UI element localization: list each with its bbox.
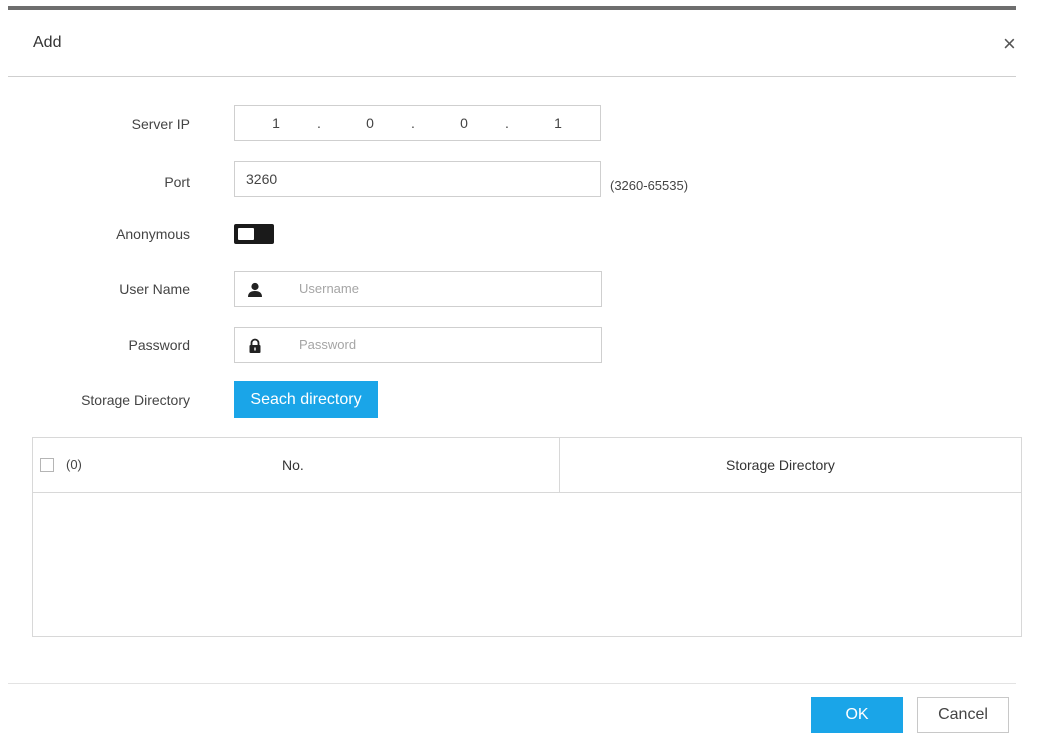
lock-icon [249, 338, 261, 353]
search-directory-button[interactable]: Seach directory [234, 381, 378, 418]
port-label: Port [164, 174, 190, 190]
ip-dot-1: . [317, 115, 321, 131]
storage-directory-table: (0) No. Storage Directory [32, 437, 1022, 637]
anonymous-label: Anonymous [116, 226, 190, 242]
add-dialog: Add × Server IP 1 . 0 . 0 . 1 Port 3260 … [0, 0, 1045, 737]
anonymous-toggle[interactable] [234, 224, 274, 244]
header-divider [8, 76, 1016, 77]
column-header-no: No. [282, 457, 304, 473]
server-ip-input[interactable]: 1 . 0 . 0 . 1 [234, 105, 601, 141]
password-label: Password [128, 337, 190, 353]
user-icon [248, 282, 262, 297]
username-placeholder: Username [299, 281, 359, 296]
server-ip-label: Server IP [131, 116, 190, 132]
column-divider [559, 438, 560, 492]
cancel-button[interactable]: Cancel [917, 697, 1009, 733]
ok-button[interactable]: OK [811, 697, 903, 733]
selected-count: (0) [66, 457, 82, 472]
port-input[interactable]: 3260 [234, 161, 601, 197]
toggle-knob [238, 228, 254, 240]
top-bar [8, 6, 1016, 10]
password-input[interactable]: Password [234, 327, 602, 363]
ip-octet-4[interactable]: 1 [543, 115, 573, 131]
storage-directory-label: Storage Directory [81, 392, 190, 408]
ip-octet-1[interactable]: 1 [261, 115, 291, 131]
ip-octet-3[interactable]: 0 [449, 115, 479, 131]
table-header: (0) No. Storage Directory [33, 438, 1021, 493]
footer-divider [8, 683, 1016, 684]
column-header-storage-directory: Storage Directory [726, 457, 835, 473]
username-input[interactable]: Username [234, 271, 602, 307]
ip-octet-2[interactable]: 0 [355, 115, 385, 131]
select-all-checkbox[interactable] [40, 458, 54, 472]
ip-dot-2: . [411, 115, 415, 131]
ip-dot-3: . [505, 115, 509, 131]
user-name-label: User Name [119, 281, 190, 297]
close-icon[interactable]: × [1003, 30, 1016, 58]
port-range-hint: (3260-65535) [610, 178, 689, 193]
password-placeholder: Password [299, 337, 357, 352]
dialog-title: Add [33, 34, 62, 51]
